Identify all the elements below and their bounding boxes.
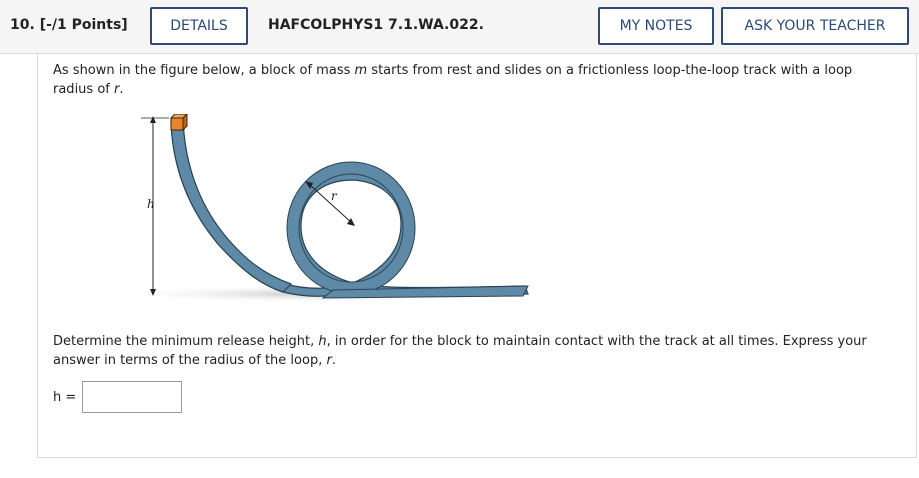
question-panel: As shown in the figure below, a block of… <box>37 54 917 458</box>
question-text-3: . <box>331 353 336 368</box>
height-variable: h <box>318 334 327 349</box>
question-id: HAFCOLPHYS1 7.1.WA.022. <box>268 17 484 33</box>
answer-input[interactable] <box>82 381 183 413</box>
intro-text-1: As shown in the figure below, a block of… <box>53 63 355 78</box>
radius-label: r <box>331 189 338 203</box>
block <box>169 114 188 132</box>
release-ramp <box>170 119 293 293</box>
question-points: [-/1 Points] <box>39 17 128 33</box>
track-ribbon <box>170 119 529 297</box>
ask-your-teacher-button[interactable]: ASK YOUR TEACHER <box>721 7 909 45</box>
question-header: 10. [-/1 Points] DETAILS HAFCOLPHYS1 7.1… <box>0 0 919 54</box>
question-text-1: Determine the minimum release height, <box>53 334 319 349</box>
answer-row: h = <box>53 380 183 414</box>
intro-text-3: . <box>119 82 124 97</box>
height-label: h <box>147 197 155 211</box>
problem-intro: As shown in the figure below, a block of… <box>53 61 893 99</box>
height-arrow-top <box>150 116 156 123</box>
loop-the-loop-figure: h r <box>133 114 529 303</box>
details-button[interactable]: DETAILS <box>150 7 248 45</box>
my-notes-button[interactable]: MY NOTES <box>598 7 714 45</box>
problem-question: Determine the minimum release height, h,… <box>53 332 893 370</box>
question-number-and-points: 10. [-/1 Points] <box>10 17 128 33</box>
question-number: 10. <box>10 17 35 33</box>
mass-variable: m <box>354 63 368 78</box>
answer-label: h = <box>53 389 77 405</box>
